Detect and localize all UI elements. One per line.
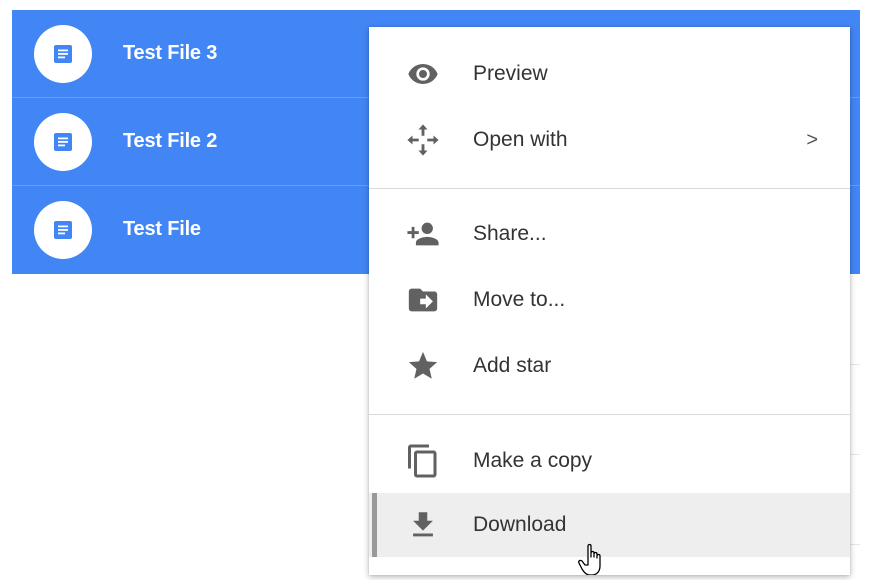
doc-icon — [34, 113, 92, 171]
menu-item-open-with[interactable]: Open with > — [369, 108, 850, 172]
menu-item-label: Open with — [473, 128, 568, 151]
download-icon — [401, 503, 445, 547]
folder-move-icon — [401, 278, 445, 322]
menu-item-label: Add star — [473, 354, 552, 377]
file-name: Test File 2 — [123, 130, 218, 152]
file-name: Test File 3 — [123, 42, 218, 64]
menu-divider — [369, 188, 850, 189]
copy-icon — [401, 439, 445, 483]
menu-item-label: Download — [473, 513, 567, 536]
doc-icon — [34, 25, 92, 83]
menu-item-label: Move to... — [473, 288, 566, 311]
add-person-icon — [401, 212, 445, 256]
menu-item-label: Preview — [473, 62, 548, 85]
star-icon — [401, 344, 445, 388]
menu-item-share[interactable]: Share... — [369, 202, 850, 266]
context-menu: Preview Open with > Share... Move to... … — [369, 27, 850, 575]
menu-item-label: Make a copy — [473, 449, 593, 472]
move-arrows-icon — [401, 118, 445, 162]
menu-item-make-a-copy[interactable]: Make a copy — [369, 429, 850, 493]
menu-divider — [369, 414, 850, 415]
chevron-right-icon: > — [806, 129, 818, 151]
file-name: Test File — [123, 218, 201, 240]
eye-icon — [401, 52, 445, 96]
hand-cursor-icon — [576, 542, 612, 576]
menu-item-label: Share... — [473, 222, 547, 245]
menu-item-preview[interactable]: Preview — [369, 42, 850, 106]
menu-item-move-to[interactable]: Move to... — [369, 268, 850, 332]
menu-item-add-star[interactable]: Add star — [369, 334, 850, 398]
doc-icon — [34, 201, 92, 259]
